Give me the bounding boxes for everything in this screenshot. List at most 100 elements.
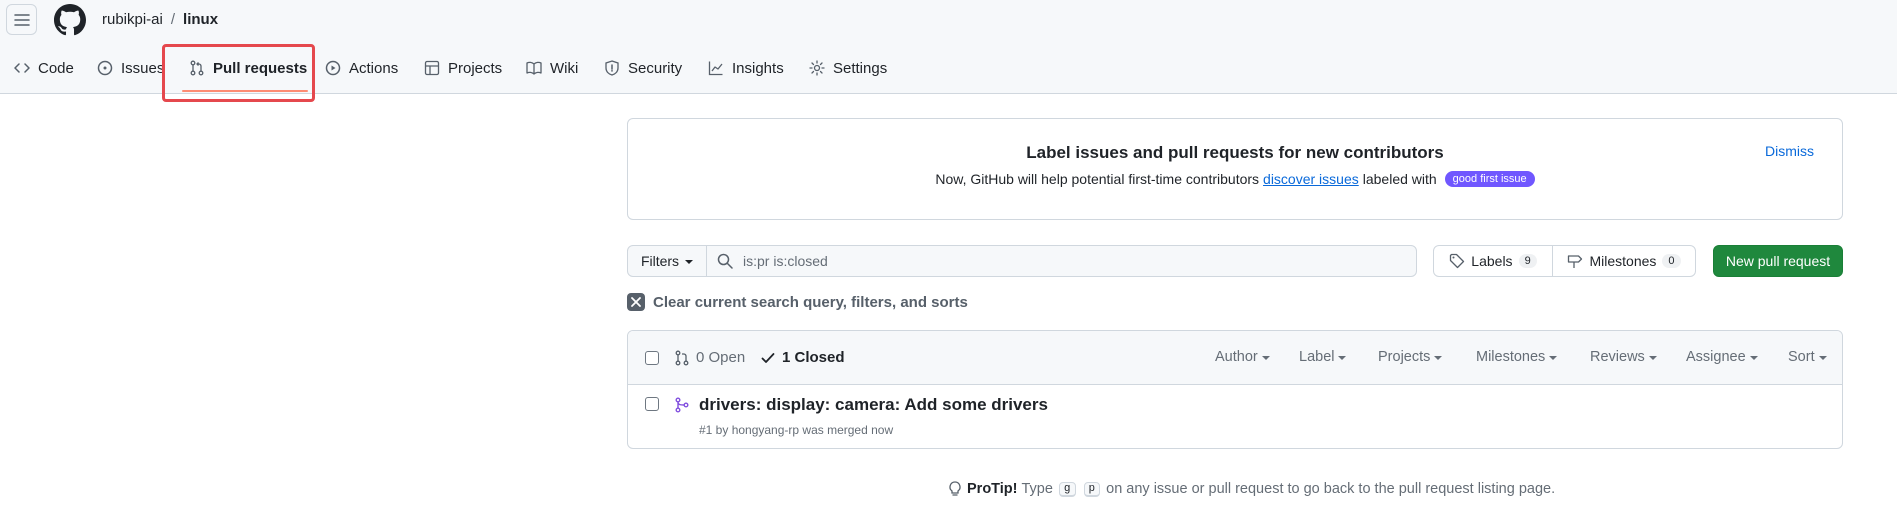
tab-code[interactable]: Code — [14, 52, 74, 84]
shortcut-key-p: p — [1083, 481, 1101, 497]
tab-actions[interactable]: Actions — [325, 52, 398, 84]
menu-button[interactable] — [6, 4, 37, 35]
sort-filter-label: Sort — [1788, 349, 1815, 365]
shield-icon — [605, 60, 619, 76]
tab-wiki-label: Wiki — [550, 59, 579, 77]
pull-request-meta: #1 by hongyang-rp was merged now — [699, 423, 894, 437]
hamburger-icon — [13, 13, 30, 26]
filters-button[interactable]: Filters — [627, 245, 707, 277]
sort-filter[interactable]: Sort — [1788, 349, 1827, 365]
gear-icon — [809, 60, 825, 76]
closed-filter[interactable]: 1 Closed — [760, 349, 845, 366]
search-input[interactable] — [743, 253, 1383, 269]
breadcrumb-separator: / — [170, 11, 176, 28]
tab-issues[interactable]: Issues — [97, 52, 164, 84]
search-icon — [717, 253, 733, 269]
assignee-filter-label: Assignee — [1686, 349, 1746, 365]
chevron-down-icon — [1261, 356, 1270, 360]
table-icon — [424, 60, 440, 76]
clear-filters-label: Clear current search query, filters, and… — [653, 293, 968, 311]
milestones-filter-label: Milestones — [1476, 349, 1546, 365]
tab-code-label: Code — [38, 59, 74, 77]
row-checkbox[interactable] — [645, 397, 659, 411]
list-header: 0 Open 1 Closed Author Label Projects Mi… — [628, 331, 1842, 385]
clear-filters-link[interactable]: Clear current search query, filters, and… — [627, 293, 968, 311]
milestones-filter[interactable]: Milestones — [1476, 349, 1558, 365]
projects-filter[interactable]: Projects — [1378, 349, 1443, 365]
graph-icon — [708, 61, 723, 76]
breadcrumb: rubikpi-ai / linux — [102, 11, 218, 28]
chevron-down-icon — [1749, 356, 1758, 360]
tag-icon — [1450, 253, 1465, 269]
shortcut-key-g: g — [1058, 481, 1076, 497]
reviews-filter-label: Reviews — [1590, 349, 1645, 365]
play-icon — [325, 60, 341, 76]
protip-text-2: on any issue or pull request to go back … — [1106, 481, 1556, 497]
milestones-count: 0 — [1662, 254, 1681, 268]
tab-projects[interactable]: Projects — [424, 52, 502, 84]
code-icon — [14, 63, 30, 73]
assignee-filter[interactable]: Assignee — [1686, 349, 1758, 365]
author-filter[interactable]: Author — [1215, 349, 1270, 365]
filters-label: Filters — [640, 253, 680, 269]
github-logo-icon[interactable] — [54, 4, 86, 36]
tab-insights-label: Insights — [732, 59, 784, 77]
close-icon — [627, 293, 645, 311]
contributors-banner: Label issues and pull requests for new c… — [627, 118, 1843, 220]
milestone-icon — [1568, 255, 1583, 268]
open-count: 0 Open — [696, 349, 746, 366]
tab-issues-label: Issues — [121, 59, 165, 77]
tab-security-label: Security — [628, 59, 683, 77]
search-field[interactable] — [706, 245, 1417, 277]
chevron-down-icon — [1434, 356, 1443, 360]
projects-filter-label: Projects — [1378, 349, 1431, 365]
tab-pull-requests-label: Pull requests — [213, 59, 308, 77]
git-pull-request-icon — [190, 60, 204, 76]
banner-text-before: Now, GitHub will help potential first-ti… — [935, 171, 1260, 187]
check-icon — [761, 352, 775, 363]
chevron-down-icon — [1648, 356, 1657, 360]
tab-projects-label: Projects — [448, 59, 503, 77]
banner-text-after: labeled with — [1362, 171, 1437, 187]
discover-issues-link[interactable]: discover issues — [1263, 171, 1359, 187]
new-pull-request-button[interactable]: New pull request — [1713, 245, 1843, 277]
open-filter[interactable]: 0 Open — [674, 349, 745, 366]
chevron-down-icon — [1818, 356, 1827, 360]
label-filter-label: Label — [1299, 349, 1335, 365]
owner-link[interactable]: rubikpi-ai — [102, 11, 163, 28]
light-bulb-icon — [949, 481, 961, 496]
labels-count: 9 — [1518, 254, 1537, 268]
tab-settings[interactable]: Settings — [809, 52, 887, 84]
tab-security[interactable]: Security — [604, 52, 682, 84]
milestones-button[interactable]: Milestones 0 — [1552, 245, 1696, 277]
label-filter[interactable]: Label — [1299, 349, 1347, 365]
book-icon — [526, 61, 542, 75]
tab-pull-requests[interactable]: Pull requests — [189, 52, 307, 84]
dismiss-button[interactable]: Dismiss — [1765, 143, 1814, 159]
banner-title: Label issues and pull requests for new c… — [1026, 143, 1444, 162]
author-filter-label: Author — [1215, 349, 1258, 365]
issue-opened-icon — [97, 60, 113, 76]
good-first-issue-label[interactable]: good first issue — [1444, 171, 1535, 187]
reviews-filter[interactable]: Reviews — [1590, 349, 1657, 365]
tab-insights[interactable]: Insights — [708, 52, 784, 84]
labels-label: Labels — [1471, 253, 1513, 269]
pull-request-title[interactable]: drivers: display: camera: Add some drive… — [699, 395, 1048, 415]
chevron-down-icon — [1338, 356, 1347, 360]
chevron-down-icon — [1549, 356, 1558, 360]
tab-wiki[interactable]: Wiki — [526, 52, 578, 84]
select-all-checkbox[interactable] — [645, 351, 659, 365]
protip: ProTip! Type g p on any issue or pull re… — [947, 481, 1555, 497]
repo-link[interactable]: linux — [183, 11, 218, 28]
git-merge-icon — [675, 397, 689, 413]
repo-header: rubikpi-ai / linux Code Issues Pull requ… — [0, 0, 1897, 94]
git-pull-request-icon — [675, 350, 689, 365]
banner-text: Now, GitHub will help potential first-ti… — [628, 171, 1842, 187]
labels-button[interactable]: Labels 9 — [1433, 245, 1553, 277]
active-tab-underline — [182, 90, 308, 92]
closed-count: 1 Closed — [782, 349, 845, 366]
tab-settings-label: Settings — [833, 59, 888, 77]
protip-text-1: Type — [1021, 481, 1053, 497]
chevron-down-icon — [685, 260, 694, 264]
tab-actions-label: Actions — [349, 59, 399, 77]
